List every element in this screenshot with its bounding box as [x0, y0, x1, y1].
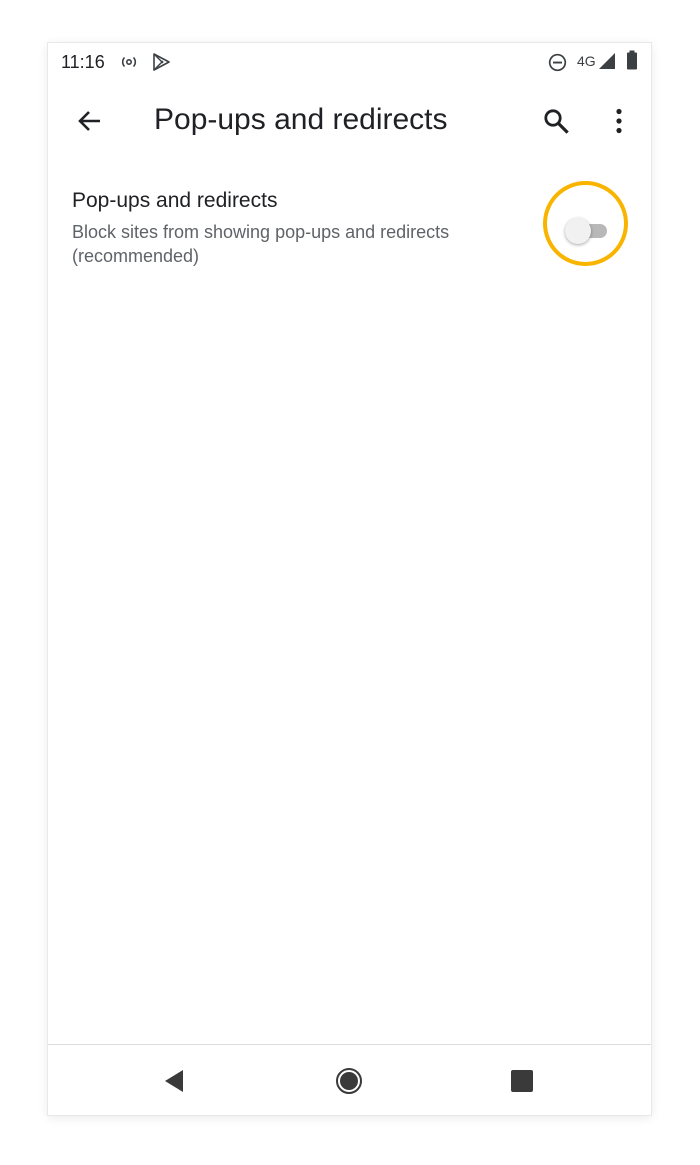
nav-home-button[interactable] — [331, 1063, 367, 1099]
back-button[interactable] — [72, 103, 108, 139]
signal-icon — [598, 52, 616, 75]
app-bar: Pop-ups and redirects — [48, 81, 651, 163]
battery-icon — [626, 50, 638, 75]
setting-title: Pop-ups and redirects — [72, 189, 278, 212]
back-arrow-icon — [78, 111, 100, 131]
nav-recents-icon — [511, 1070, 533, 1092]
status-time: 11:16 — [61, 52, 105, 72]
search-button[interactable] — [538, 103, 574, 139]
do-not-disturb-icon — [548, 53, 567, 77]
page-title: Pop-ups and redirects — [154, 103, 448, 136]
status-bar: 11:16 4G — [48, 43, 651, 81]
more-options-button[interactable] — [601, 103, 637, 139]
nav-home-icon — [336, 1068, 362, 1094]
search-icon — [544, 109, 569, 134]
nav-back-icon — [165, 1070, 183, 1092]
popups-toggle-switch[interactable] — [565, 218, 611, 244]
play-store-icon — [152, 53, 172, 76]
phone-screen: 11:16 4G Pop-ups and redirects Pop-ups a… — [48, 43, 651, 1115]
hotspot-icon — [119, 54, 139, 75]
nav-recents-button[interactable] — [504, 1063, 540, 1099]
more-vert-icon — [616, 108, 622, 134]
nav-back-button[interactable] — [156, 1063, 192, 1099]
toggle-thumb — [565, 218, 591, 244]
navigation-bar — [48, 1045, 651, 1115]
setting-description: Block sites from showing pop-ups and red… — [72, 222, 450, 266]
network-type-label: 4G — [577, 53, 596, 69]
